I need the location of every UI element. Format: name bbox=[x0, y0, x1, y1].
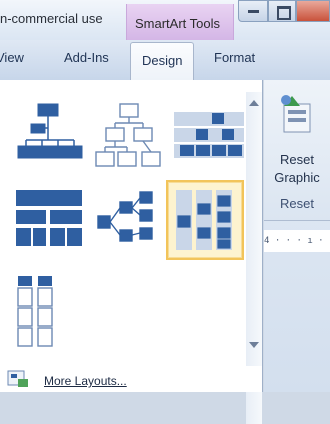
ribbon-right-panel: Reset Graphic Reset 4 · · · ı · · · 5 bbox=[264, 80, 330, 392]
hierarchy-outline-icon bbox=[95, 103, 161, 167]
scroll-up-icon[interactable] bbox=[249, 100, 259, 106]
ruler: 4 · · · ı · · · 5 bbox=[264, 230, 330, 252]
labeled-hierarchy-icon bbox=[174, 112, 244, 158]
reset-label-line1: Reset bbox=[280, 152, 314, 167]
smartart-tools-label: SmartArt Tools bbox=[135, 16, 221, 31]
tab-add-ins[interactable]: Add-Ins bbox=[64, 50, 109, 65]
smartart-tools-tab-group: SmartArt Tools bbox=[126, 4, 234, 40]
tab-format[interactable]: Format bbox=[214, 50, 255, 65]
tab-view[interactable]: View bbox=[0, 50, 24, 65]
maximize-button[interactable] bbox=[268, 0, 296, 22]
reset-group: Reset Graphic Reset bbox=[264, 80, 330, 221]
organization-chart-icon bbox=[17, 103, 83, 159]
reset-group-label: Reset bbox=[280, 196, 314, 211]
reset-graphic-icon bbox=[281, 95, 311, 133]
minimize-icon bbox=[248, 10, 259, 13]
minimize-button[interactable] bbox=[238, 0, 268, 22]
layout-horizontal-labeled-hierarchy[interactable] bbox=[166, 180, 244, 260]
scroll-down-icon[interactable] bbox=[249, 342, 259, 348]
vertical-hierarchy-list-icon bbox=[17, 276, 53, 347]
horizontal-labeled-hierarchy-icon bbox=[176, 190, 232, 250]
window-controls bbox=[238, 0, 330, 26]
more-layouts-button[interactable]: More Layouts... bbox=[0, 366, 262, 392]
ribbon-tab-bar: View Add-Ins Design Format bbox=[0, 40, 330, 80]
tab-design[interactable]: Design bbox=[130, 42, 195, 80]
more-layouts-icon bbox=[7, 370, 28, 387]
more-layouts-label: More Layouts... bbox=[44, 374, 127, 388]
maximize-icon bbox=[277, 6, 291, 20]
title-bar: n-commercial use SmartArt Tools bbox=[0, 0, 330, 40]
table-hierarchy-icon bbox=[16, 190, 82, 246]
document-title: n-commercial use bbox=[0, 11, 103, 26]
reset-label-line2: Graphic bbox=[274, 170, 320, 185]
layout-horizontal-hierarchy[interactable] bbox=[90, 180, 168, 260]
layout-labeled-hierarchy[interactable] bbox=[170, 96, 248, 176]
layouts-gallery: More Layouts... bbox=[0, 80, 263, 424]
close-button[interactable] bbox=[296, 0, 330, 22]
layout-hierarchy[interactable] bbox=[90, 96, 168, 176]
reset-graphic-button[interactable]: Reset Graphic bbox=[264, 80, 330, 192]
layout-organization-chart[interactable] bbox=[10, 96, 88, 176]
layout-vertical-hierarchy-list[interactable] bbox=[10, 266, 88, 347]
layout-table-hierarchy[interactable] bbox=[10, 180, 88, 260]
horizontal-hierarchy-icon bbox=[97, 191, 153, 242]
